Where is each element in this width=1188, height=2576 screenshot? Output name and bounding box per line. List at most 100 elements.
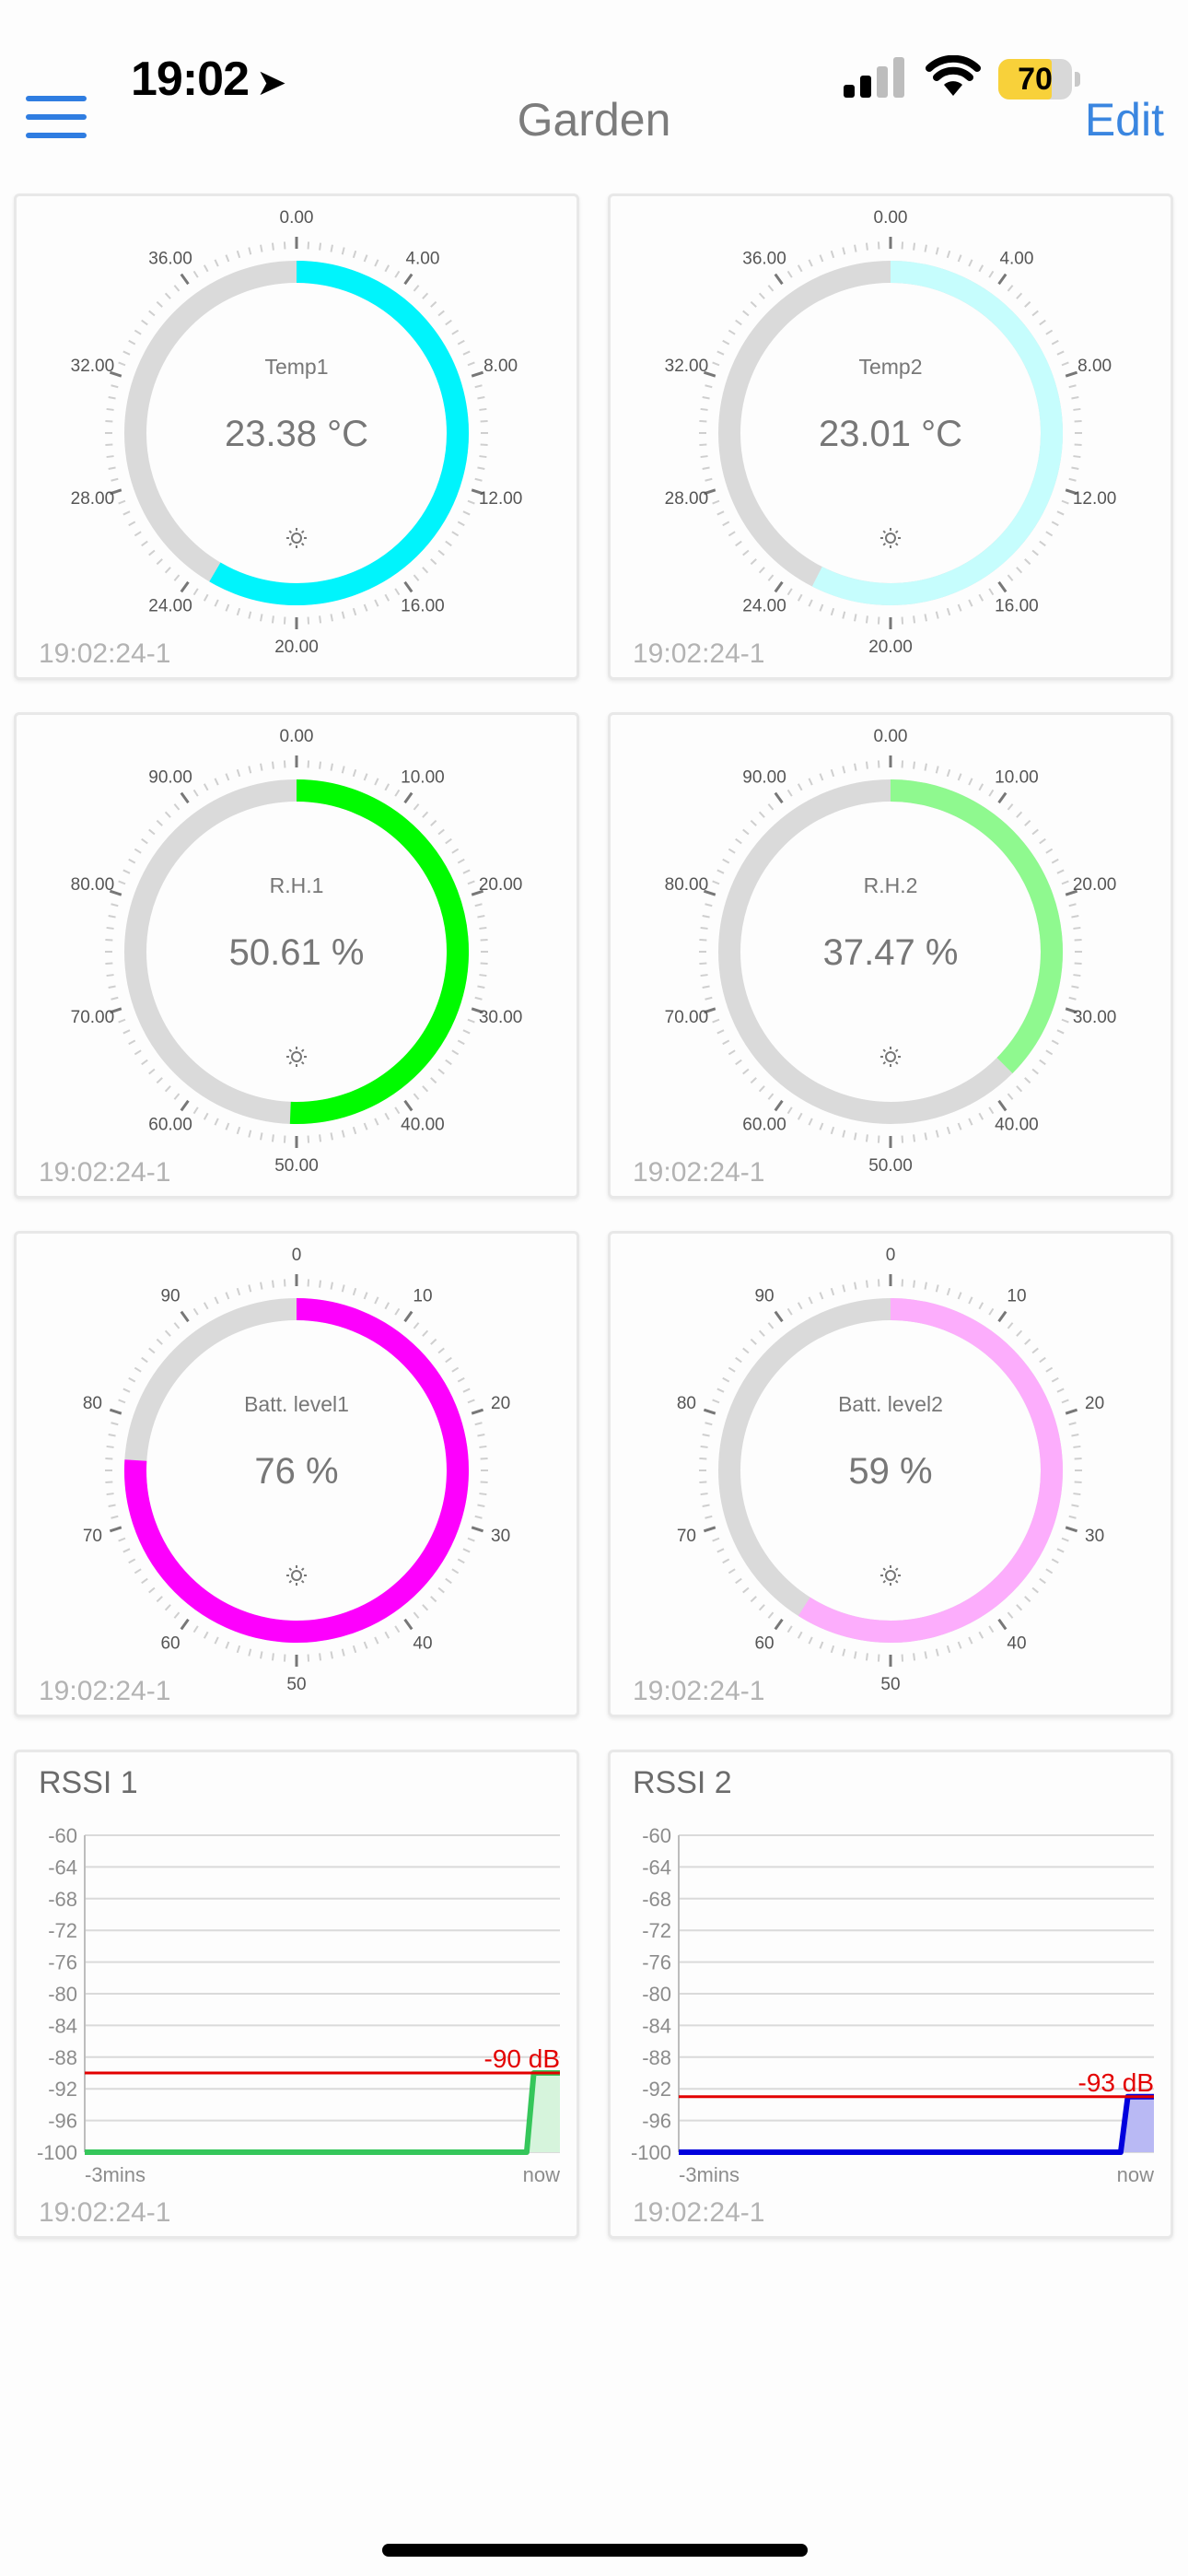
gauge-minor-tick [462,1388,471,1393]
gauge-minor-tick [445,1356,452,1364]
gauge-minor-tick [722,1558,730,1564]
gauge-minor-tick [128,1039,136,1046]
gauge-minor-tick [374,259,379,267]
gauge-minor-tick [1007,285,1014,292]
gauge-label: Batt. level1 [244,1392,349,1416]
gauge-minor-tick [1051,1558,1059,1564]
gauge-minor-tick [156,1077,163,1084]
gauge-minor-tick [225,603,230,612]
gauge-minor-tick [363,773,368,781]
gauge-minor-tick [842,1284,846,1293]
gauge-tick-label: 0.00 [874,208,908,228]
gauge-minor-tick [203,1631,209,1639]
gauge-minor-tick [352,768,357,778]
gauge-minor-tick [384,783,390,791]
gauge-minor-tick [808,599,813,607]
gauge-minor-tick [225,1122,230,1130]
gauge-minor-tick [164,811,171,818]
gauge-minor-tick [968,1296,973,1305]
chart-y-tick-label: -72 [642,1919,671,1942]
gauge-minor-tick [728,1049,736,1056]
gauge-minor-tick [700,1445,708,1448]
gauge-value: 37.47 % [823,932,959,973]
chart-y-tick-label: -76 [48,1951,77,1974]
gauge-minor-tick [830,1287,835,1296]
chart-card-rssi2[interactable]: RSSI 2 -60 -64 -68 -72 -76 -80 -84 -88 -92 -96 -10… [608,1750,1173,2239]
gauge-minor-tick [352,1287,357,1296]
gauge-minor-tick [106,455,114,459]
gauge-minor-tick [248,1284,252,1293]
gauge-major-tick [774,580,784,593]
gauge-minor-tick [477,915,485,919]
gauge-major-tick [997,791,1007,804]
gauge-minor-tick [203,783,209,791]
gauge-minor-tick [479,407,487,411]
gauge-minor-tick [968,599,973,607]
chart-timestamp: 19:02:24-1 [633,2197,765,2228]
gauge-minor-tick [363,1122,368,1130]
gauge-minor-tick [742,828,750,836]
gauge-minor-tick [236,1645,241,1654]
gauge-tick-label: 40 [413,1634,432,1654]
gauge-minor-tick [225,1641,230,1649]
gauge-minor-tick [946,250,951,259]
gauge-tick-label: 10.00 [401,768,445,788]
gauge-minor-tick [1016,567,1023,574]
gauge-minor-tick [988,1625,995,1633]
gauge-minor-tick [978,593,984,602]
chart-area [679,2096,1154,2152]
gauge-card-temp1[interactable]: 0.00 4.00 8.00 12.00 16.00 20.00 24.00 28.00 32.… [14,193,579,680]
chart-card-rssi1[interactable]: RSSI 1 -60 -64 -68 -72 -76 -80 -84 -88 -92 -96 -10… [14,1750,579,2239]
gauge-minor-tick [134,1049,142,1056]
gauge-minor-tick [750,300,757,308]
gauge-minor-tick [106,1493,114,1496]
gauge-major-tick [471,1526,484,1533]
home-indicator[interactable] [382,2544,808,2557]
gauge-minor-tick [474,1515,483,1519]
gauge-minor-tick [467,361,475,367]
gauge-tick-label: 90 [160,1287,180,1306]
gauge-minor-tick [164,1085,171,1093]
gauge-minor-tick [457,339,465,345]
gauge-minor-tick [786,1307,793,1316]
chart-y-tick-label: -76 [642,1951,671,1974]
gauge-minor-tick [108,985,116,989]
gauge-minor-tick [457,1039,465,1046]
gauge-minor-tick [865,615,868,624]
edit-button[interactable]: Edit [1085,93,1164,146]
gauge-card-batt2[interactable]: 0 10 20 30 40 50 60 70 80 90 Batt. level2 59 % 19:0… [608,1231,1173,1717]
gauge-card-rh2[interactable]: 0.00 10.00 20.00 30.00 40.00 50.00 60.00 70.00 8… [608,712,1173,1199]
gauge-minor-tick [758,1604,765,1611]
gauge-major-tick [403,1310,413,1323]
gauge-card-temp2[interactable]: 0.00 4.00 8.00 12.00 16.00 20.00 24.00 28.00 32.… [608,193,1173,680]
gauge-tick-label: 90.00 [148,768,192,788]
gauge-minor-tick [924,1651,927,1659]
gauge-tick-label: 36.00 [148,250,192,269]
rh1-gauge: 0.00 10.00 20.00 30.00 40.00 50.00 60.00 70.00 8… [71,727,523,1176]
gauge-minor-tick [111,996,119,1001]
gauge-minor-tick [797,593,803,602]
gauge-minor-tick [865,1653,868,1661]
gauge-minor-tick [1031,549,1039,556]
gauge-minor-tick [705,384,713,389]
gauge-minor-tick [978,783,984,791]
gauge-minor-tick [118,361,126,367]
gauge-minor-tick [430,819,437,826]
gauge-value: 23.01 °C [819,414,962,454]
gauge-card-batt1[interactable]: 0 10 20 30 40 50 60 70 80 90 Batt. level1 76 % 19:0… [14,1231,579,1717]
gauge-card-rh1[interactable]: 0.00 10.00 20.00 30.00 40.00 50.00 60.00 70.00 8… [14,712,579,1199]
gauge-minor-tick [445,1577,452,1585]
gauge-minor-tick [141,837,148,845]
wifi-icon [926,55,981,96]
gauge-minor-tick [480,938,488,942]
chart-y-tick-label: -92 [48,2078,77,2101]
gauge-minor-tick [341,247,345,255]
gauge-minor-tick [111,1422,119,1426]
gauge-minor-tick [1039,837,1046,845]
gauge-minor-tick [742,1587,750,1594]
gauge-minor-tick [957,254,962,263]
gauge-minor-tick [1045,848,1054,854]
gauge-minor-tick [330,244,333,252]
gauge-minor-tick [924,1132,927,1141]
gauge-minor-tick [1039,540,1046,547]
